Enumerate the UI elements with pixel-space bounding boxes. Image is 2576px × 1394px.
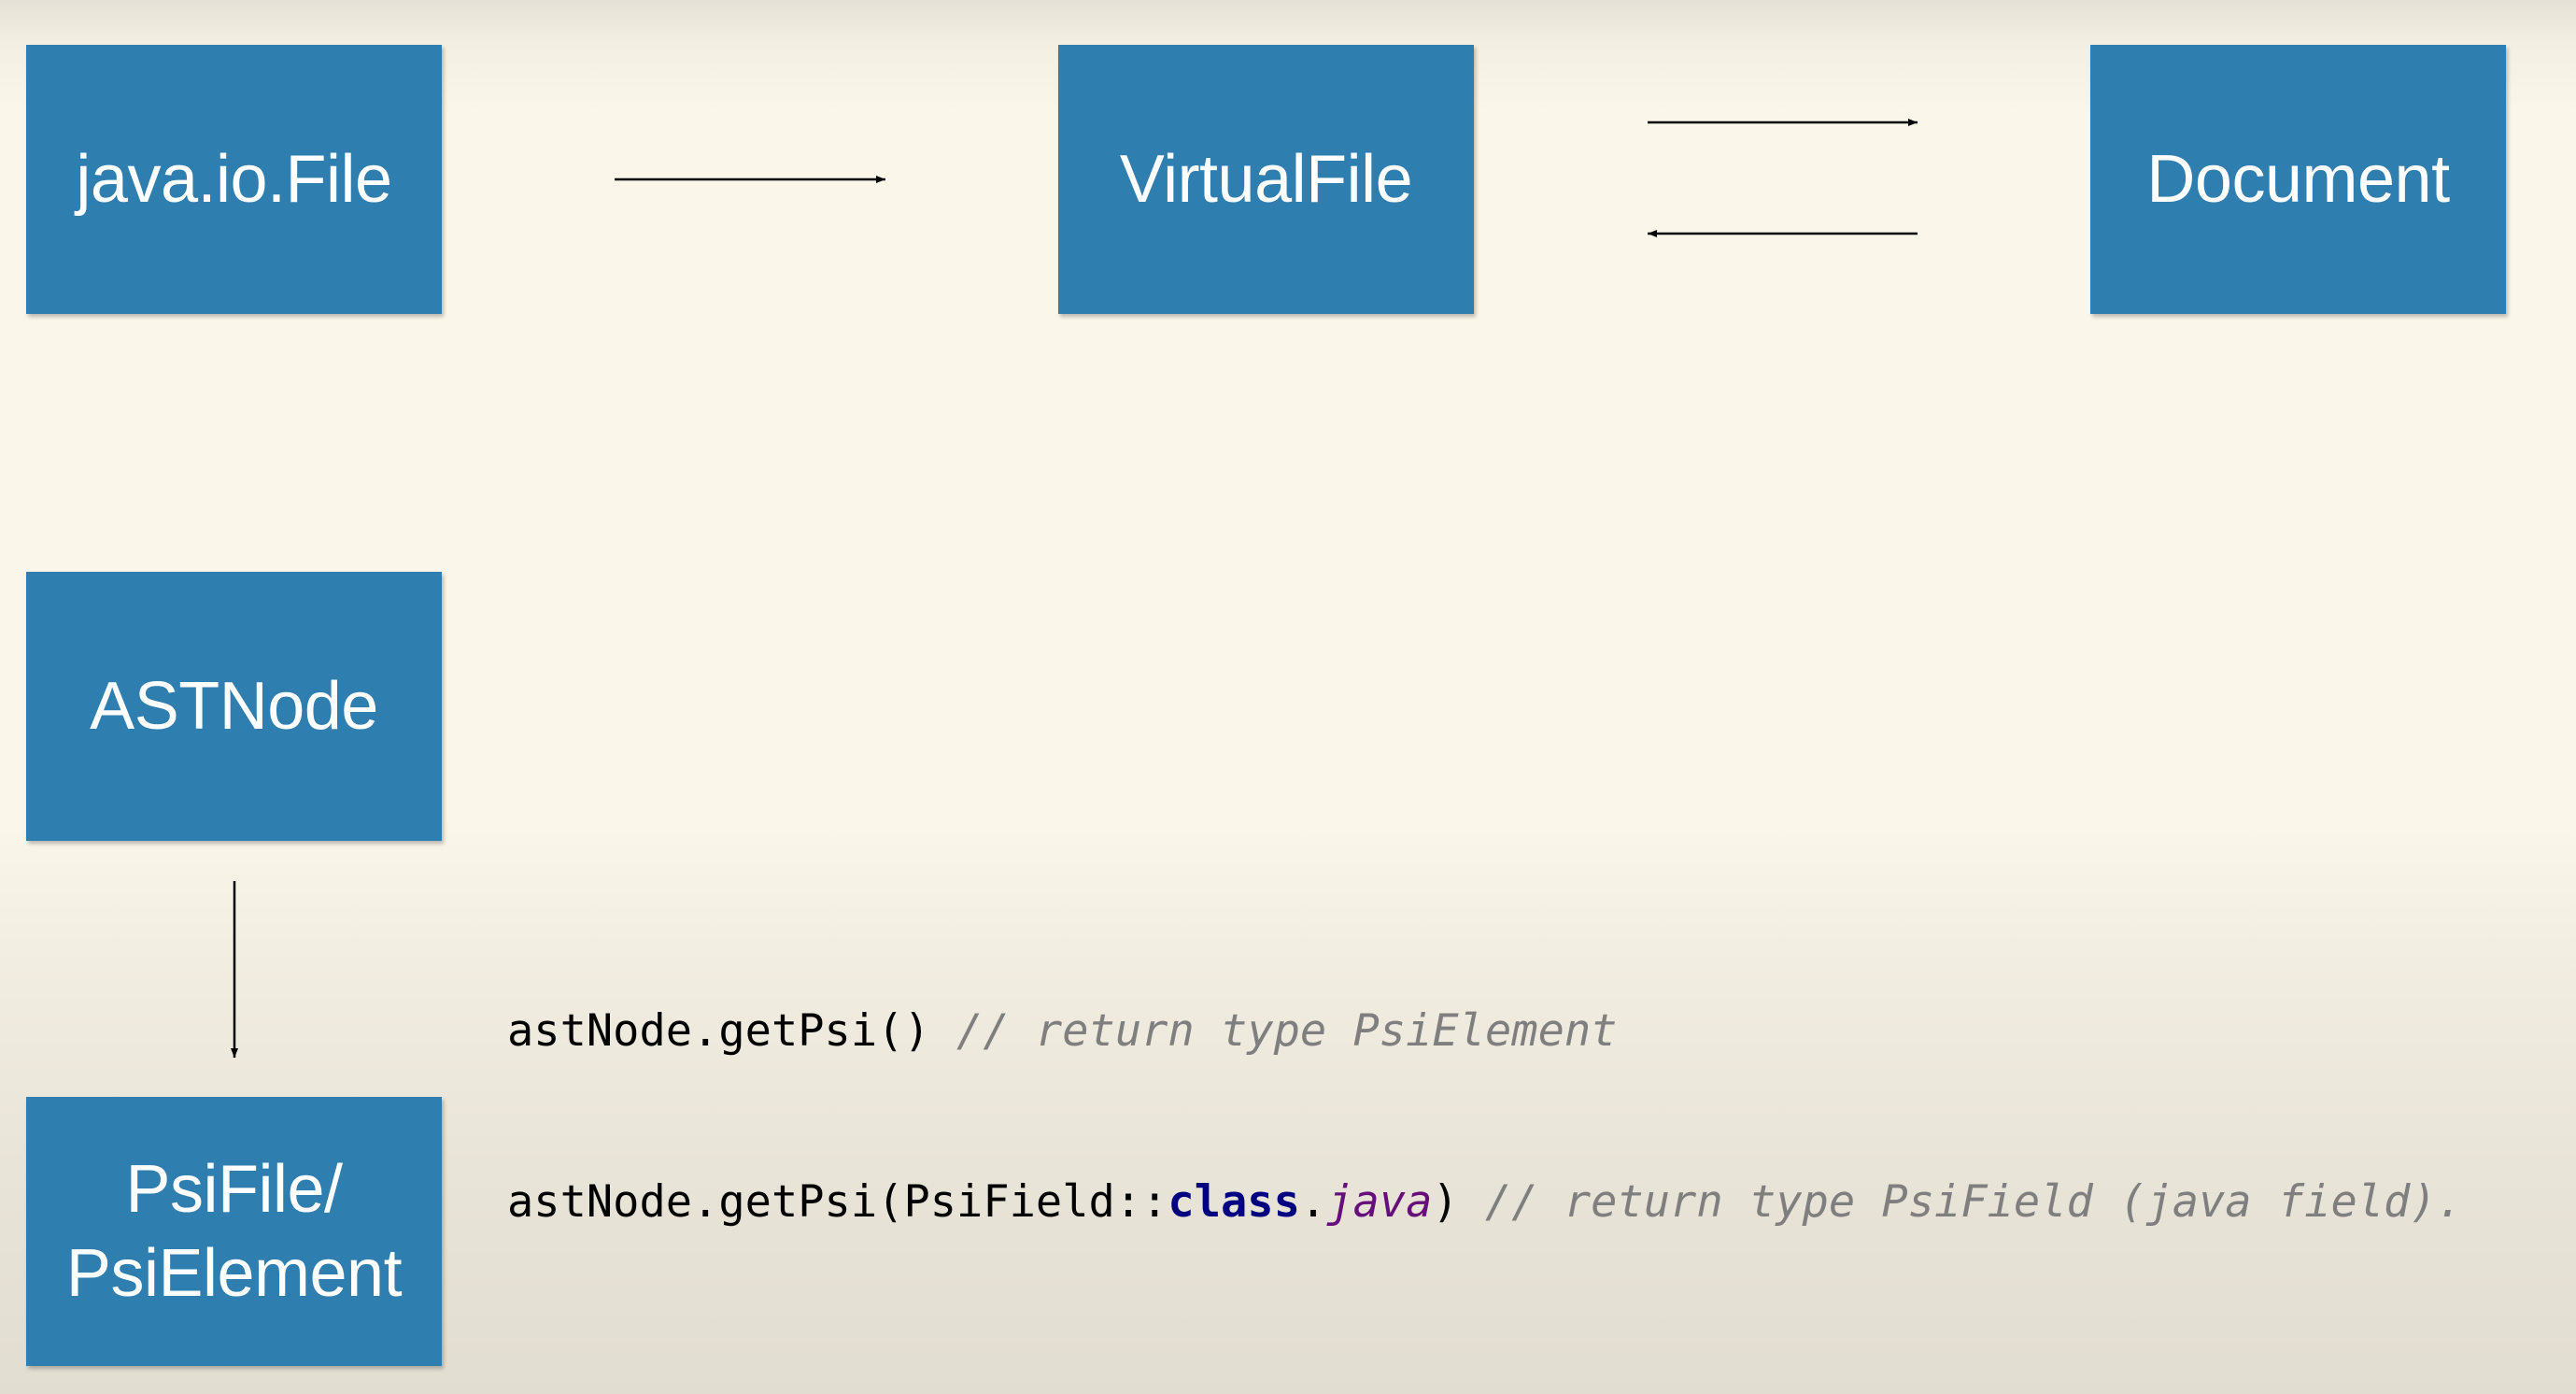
- code-line-2-property: java: [1326, 1176, 1433, 1228]
- code-line-2: astNode.getPsi(PsiField::class.java) // …: [507, 1174, 2463, 1230]
- code-line-2-call-end: ): [1432, 1176, 1459, 1228]
- code-snippet: astNode.getPsi() // return type PsiEleme…: [507, 889, 2463, 1287]
- code-line-1-call: astNode.getPsi(): [507, 1005, 930, 1057]
- code-line-1: astNode.getPsi() // return type PsiEleme…: [507, 1003, 2463, 1060]
- code-line-2-dot: .: [1299, 1176, 1327, 1228]
- code-line-2-call-start: astNode.getPsi(PsiField::: [507, 1176, 1168, 1228]
- code-line-1-comment: // return type PsiElement: [929, 1005, 1618, 1057]
- code-line-2-keyword: class: [1168, 1176, 1300, 1228]
- code-line-2-comment: // return type PsiField (java field).: [1458, 1176, 2463, 1228]
